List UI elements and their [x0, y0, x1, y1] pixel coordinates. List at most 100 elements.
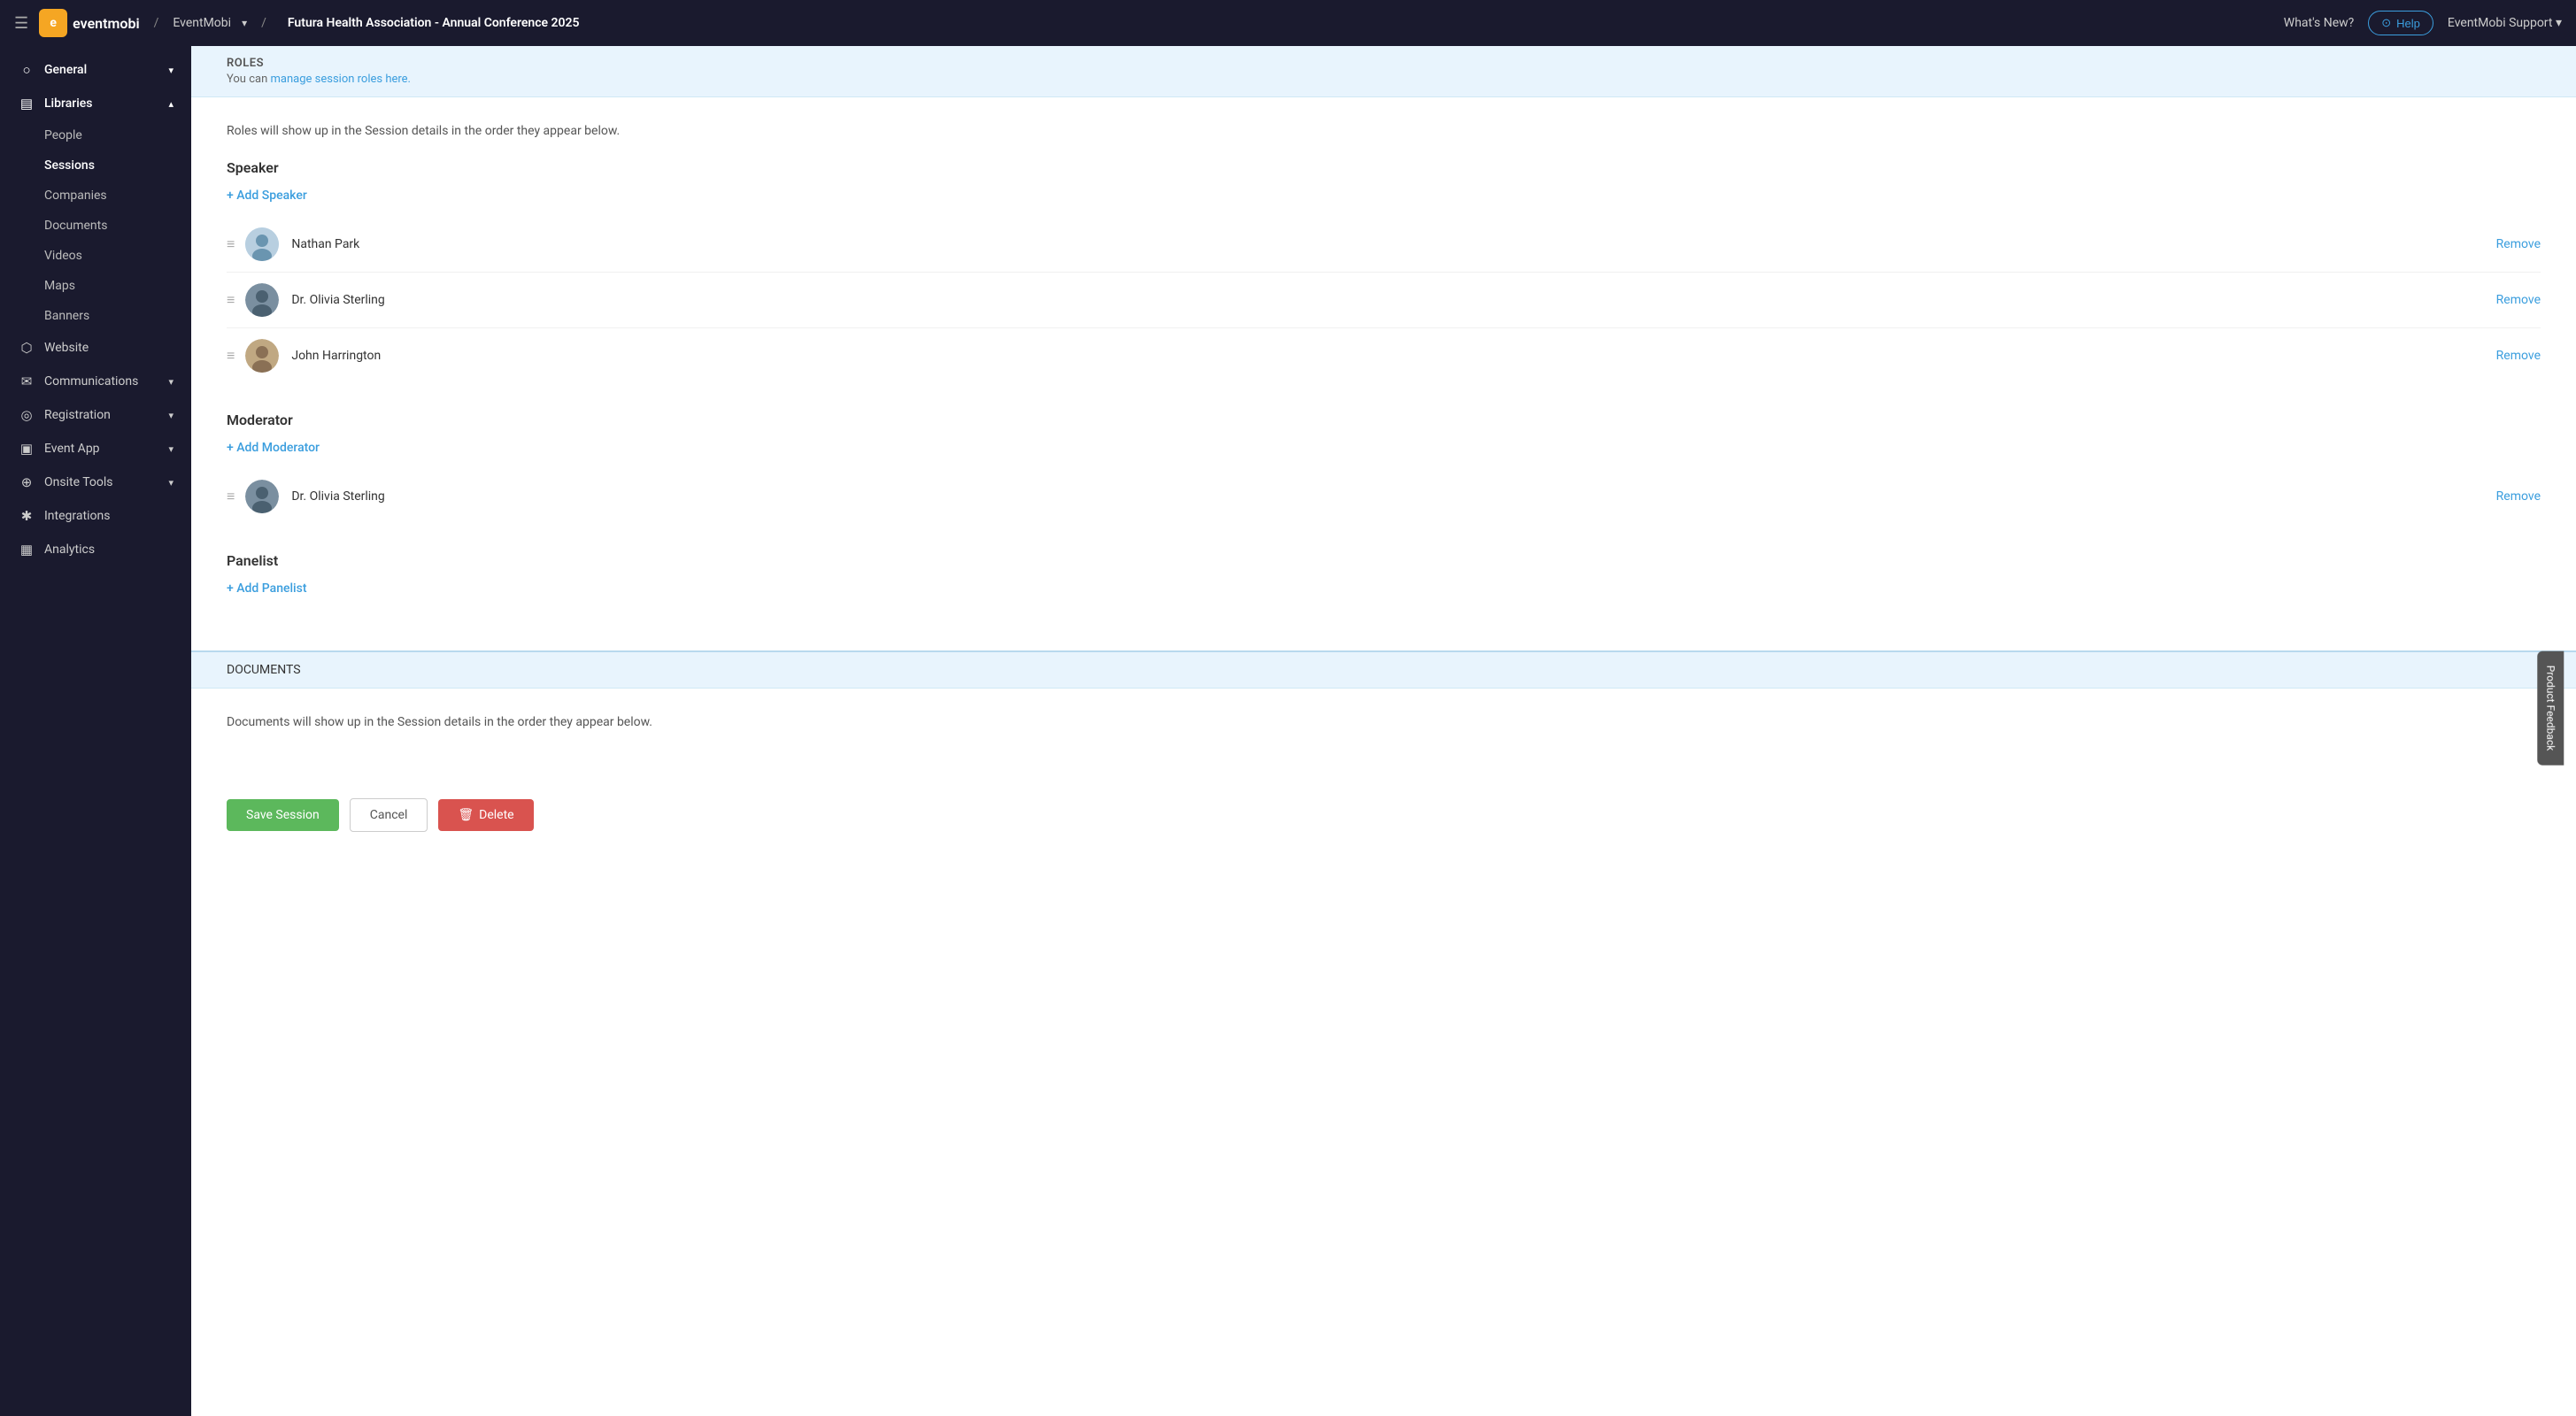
sidebar-label-onsite-tools: Onsite Tools	[44, 475, 112, 489]
sidebar-item-integrations[interactable]: ✱ Integrations	[0, 499, 191, 533]
analytics-icon: ▦	[18, 542, 35, 558]
avatar	[245, 480, 279, 513]
sidebar-label-general: General	[44, 63, 87, 77]
sidebar-item-website[interactable]: ⬡ Website	[0, 331, 191, 365]
sidebar-label-libraries: Libraries	[44, 96, 92, 111]
sidebar-label-event-app: Event App	[44, 442, 100, 456]
roles-subtitle: You can manage session roles here.	[227, 73, 2541, 86]
help-label: Help	[2396, 17, 2420, 30]
event-name: Futura Health Association - Annual Confe…	[288, 16, 580, 30]
documents-body: Documents will show up in the Session de…	[191, 689, 2576, 777]
onsite-tools-icon: ⊕	[18, 474, 35, 490]
sidebar-label-communications: Communications	[44, 374, 138, 389]
logo-icon: e	[39, 9, 67, 37]
sidebar-item-documents[interactable]: Documents	[44, 211, 191, 241]
delete-label: Delete	[479, 808, 513, 822]
registration-arrow: ▾	[168, 410, 174, 421]
remove-speaker-3-button[interactable]: Remove	[2496, 349, 2541, 363]
main-content: ROLES You can manage session roles here.…	[191, 46, 2576, 1416]
header-left: ☰ e eventmobi / EventMobi ▾ / Futura Hea…	[14, 9, 580, 37]
roles-section-header: ROLES You can manage session roles here.	[191, 46, 2576, 97]
feedback-tab[interactable]: Product Feedback	[2538, 651, 2564, 766]
org-dropdown-icon[interactable]: ▾	[242, 17, 247, 29]
roles-subtitle-text: You can	[227, 73, 267, 86]
sidebar-item-registration[interactable]: ◎ Registration ▾	[0, 398, 191, 432]
support-link[interactable]: EventMobi Support ▾	[2448, 16, 2562, 30]
roles-body: Roles will show up in the Session detail…	[191, 97, 2576, 650]
drag-handle-icon[interactable]: ≡	[227, 235, 235, 253]
panelist-title: Panelist	[227, 552, 2541, 569]
menu-toggle[interactable]: ☰	[14, 14, 28, 33]
communications-arrow: ▾	[168, 376, 174, 388]
add-speaker-link[interactable]: + Add Speaker	[227, 189, 2541, 203]
roles-description: Roles will show up in the Session detail…	[227, 124, 2541, 138]
moderator-title: Moderator	[227, 412, 2541, 428]
sidebar-item-videos[interactable]: Videos	[44, 241, 191, 271]
roles-title: ROLES	[227, 57, 2541, 70]
sidebar-item-communications[interactable]: ✉ Communications ▾	[0, 365, 191, 398]
person-name: Dr. Olivia Sterling	[291, 293, 2495, 307]
sidebar: ○ General ▾ ▤ Libraries ▴ People Session…	[0, 46, 191, 1416]
speaker-section: Speaker + Add Speaker ≡ Nathan Park Remo…	[227, 159, 2541, 383]
general-arrow: ▾	[168, 65, 174, 76]
save-session-button[interactable]: Save Session	[227, 799, 339, 831]
drag-handle-icon[interactable]: ≡	[227, 291, 235, 309]
panelist-section: Panelist + Add Panelist	[227, 552, 2541, 596]
manage-roles-link[interactable]: manage session roles here.	[271, 73, 411, 86]
sidebar-item-general[interactable]: ○ General ▾	[0, 53, 191, 87]
breadcrumb-sep-1: /	[154, 16, 159, 30]
table-row: ≡ Nathan Park Remove	[227, 217, 2541, 273]
table-row: ≡ Dr. Olivia Sterling Remove	[227, 469, 2541, 524]
help-button[interactable]: ⊙ Help	[2368, 11, 2433, 35]
sidebar-label-analytics: Analytics	[44, 543, 95, 557]
logo[interactable]: e eventmobi	[39, 9, 139, 37]
whats-new-link[interactable]: What's New?	[2284, 16, 2354, 30]
website-icon: ⬡	[18, 340, 35, 356]
add-panelist-link[interactable]: + Add Panelist	[227, 581, 2541, 596]
sidebar-item-analytics[interactable]: ▦ Analytics	[0, 533, 191, 566]
breadcrumb-sep-2: /	[261, 16, 266, 30]
delete-button[interactable]: 🗑 Delete	[438, 799, 533, 831]
onsite-tools-arrow: ▾	[168, 477, 174, 489]
drag-handle-icon[interactable]: ≡	[227, 488, 235, 505]
libraries-sub: People Sessions Companies Documents Vide…	[0, 120, 191, 331]
sidebar-item-sessions[interactable]: Sessions	[44, 150, 191, 181]
libraries-icon: ▤	[18, 96, 35, 112]
avatar	[245, 227, 279, 261]
sidebar-item-companies[interactable]: Companies	[44, 181, 191, 211]
documents-description: Documents will show up in the Session de…	[227, 715, 2541, 729]
sidebar-label-integrations: Integrations	[44, 509, 110, 523]
layout: ○ General ▾ ▤ Libraries ▴ People Session…	[0, 46, 2576, 1416]
event-app-arrow: ▾	[168, 443, 174, 455]
person-name: Dr. Olivia Sterling	[291, 489, 2495, 504]
documents-title: DOCUMENTS	[227, 663, 2541, 677]
sidebar-label-website: Website	[44, 341, 89, 355]
footer-actions: Save Session Cancel 🗑 Delete	[191, 777, 2576, 853]
moderator-section: Moderator + Add Moderator ≡ Dr. Olivia S…	[227, 412, 2541, 524]
sidebar-item-event-app[interactable]: ▣ Event App ▾	[0, 432, 191, 466]
sidebar-item-people[interactable]: People	[44, 120, 191, 150]
integrations-icon: ✱	[18, 508, 35, 524]
sidebar-label-registration: Registration	[44, 408, 111, 422]
sidebar-item-banners[interactable]: Banners	[44, 301, 191, 331]
drag-handle-icon[interactable]: ≡	[227, 347, 235, 365]
org-name[interactable]: EventMobi	[173, 16, 231, 30]
help-circle-icon: ⊙	[2381, 16, 2391, 30]
sidebar-item-onsite-tools[interactable]: ⊕ Onsite Tools ▾	[0, 466, 191, 499]
registration-icon: ◎	[18, 407, 35, 423]
remove-moderator-button[interactable]: Remove	[2496, 489, 2541, 504]
add-moderator-link[interactable]: + Add Moderator	[227, 441, 2541, 455]
table-row: ≡ Dr. Olivia Sterling Remove	[227, 273, 2541, 328]
avatar	[245, 339, 279, 373]
remove-speaker-2-button[interactable]: Remove	[2496, 293, 2541, 307]
cancel-button[interactable]: Cancel	[350, 798, 428, 832]
general-icon: ○	[18, 62, 35, 78]
top-header: ☰ e eventmobi / EventMobi ▾ / Futura Hea…	[0, 0, 2576, 46]
remove-speaker-1-button[interactable]: Remove	[2496, 237, 2541, 251]
sidebar-item-maps[interactable]: Maps	[44, 271, 191, 301]
communications-icon: ✉	[18, 373, 35, 389]
table-row: ≡ John Harrington Remove	[227, 328, 2541, 383]
documents-section-header: DOCUMENTS	[191, 650, 2576, 689]
person-name: Nathan Park	[291, 237, 2495, 251]
sidebar-item-libraries[interactable]: ▤ Libraries ▴	[0, 87, 191, 120]
